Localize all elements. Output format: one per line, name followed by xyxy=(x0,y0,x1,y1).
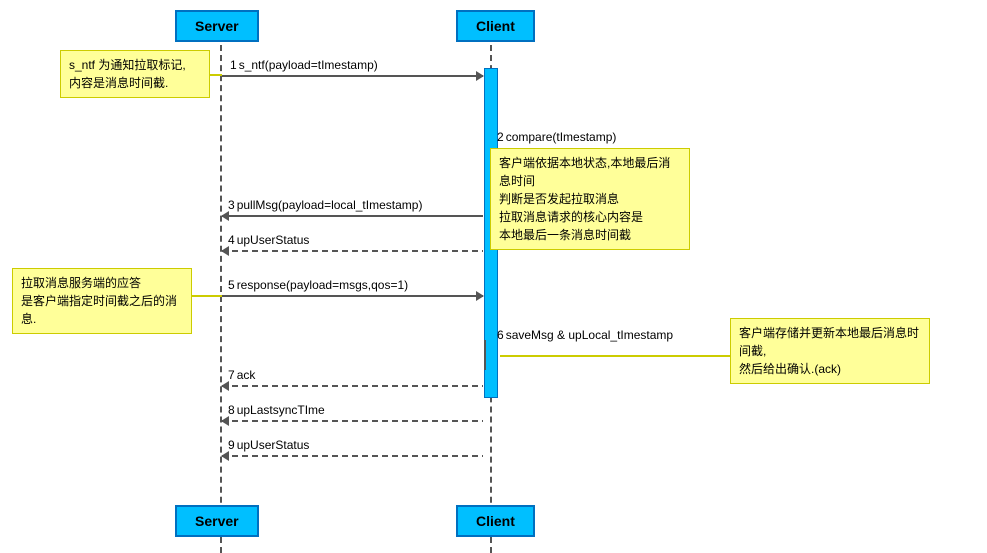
arrow-7-label: 7ack xyxy=(228,368,255,382)
arrow-8-label: 8upLastsyncTIme xyxy=(228,403,325,417)
client-bottom: Client xyxy=(456,505,535,537)
arrow-3 xyxy=(222,215,483,217)
arrow-3-label: 3pullMsg(payload=local_tImestamp) xyxy=(228,198,422,212)
client-top: Client xyxy=(456,10,535,42)
arrow-5-label: 5response(payload=msgs,qos=1) xyxy=(228,278,408,292)
server-bottom: Server xyxy=(175,505,259,537)
note-response: 拉取消息服务端的应答是客户端指定时间截之后的消息. xyxy=(12,268,192,334)
arrow-1 xyxy=(222,75,483,77)
arrow-6-self xyxy=(484,340,486,370)
note-savemsg: 客户端存储并更新本地最后消息时间截,然后给出确认.(ack) xyxy=(730,318,930,384)
note1-connector xyxy=(210,74,222,76)
arrow-4-label: 4upUserStatus xyxy=(228,233,309,247)
arrow-1-label: 1s_ntf(payload=tImestamp) xyxy=(230,58,378,72)
note4-connector xyxy=(500,355,730,357)
server-top: Server xyxy=(175,10,259,42)
server-lifeline xyxy=(220,45,222,553)
note-sntf: s_ntf 为通知拉取标记, 内容是消息时间截. xyxy=(60,50,210,98)
arrow-9 xyxy=(222,455,483,457)
arrow-6-label: 6saveMsg & upLocal_tImestamp xyxy=(497,328,673,342)
note3-connector xyxy=(192,295,222,297)
arrow-5 xyxy=(222,295,483,297)
arrow-7 xyxy=(222,385,483,387)
note-compare: 客户端依据本地状态,本地最后消息时间判断是否发起拉取消息拉取消息请求的核心内容是… xyxy=(490,148,690,250)
arrow-9-label: 9upUserStatus xyxy=(228,438,309,452)
arrow-8 xyxy=(222,420,483,422)
arrow-4 xyxy=(222,250,483,252)
arrow-2-label: 2compare(tImestamp) xyxy=(497,130,616,144)
diagram-container: Server Client 1s_ntf(payload=tImestamp) … xyxy=(0,0,987,543)
